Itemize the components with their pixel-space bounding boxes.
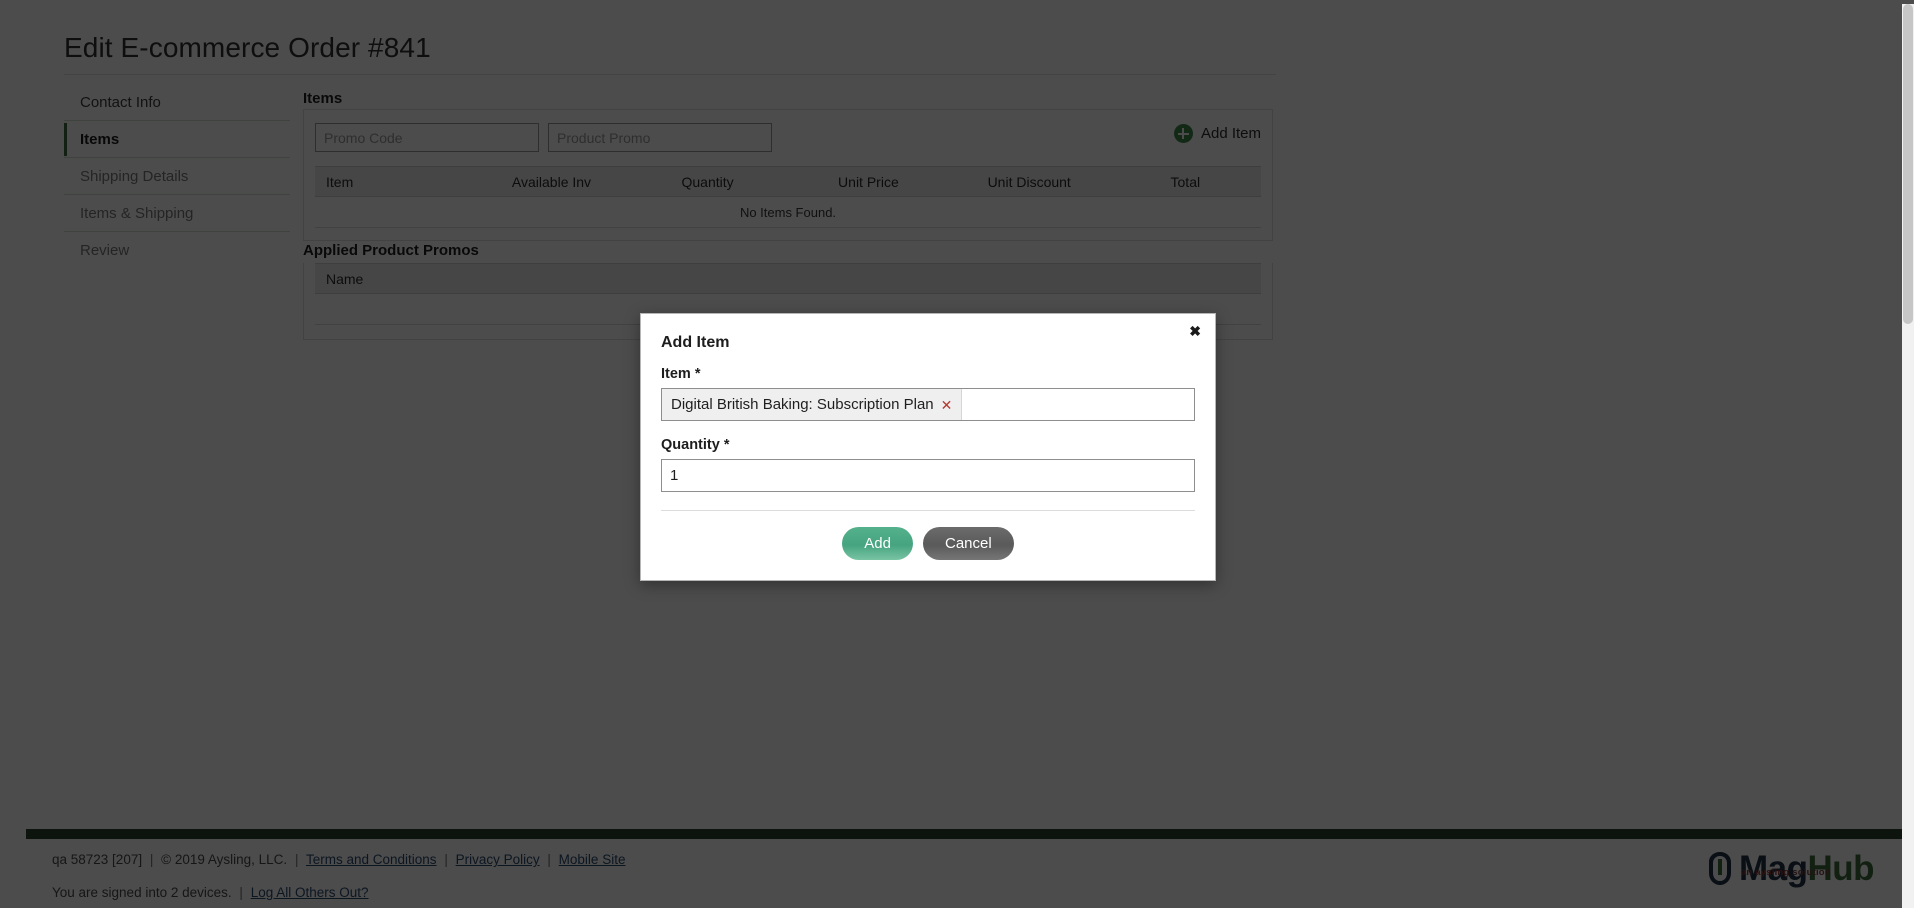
item-field-label: Item * bbox=[661, 366, 1195, 382]
item-label-text: Item bbox=[661, 366, 691, 382]
sidebar-item-contact-info[interactable]: Contact Info bbox=[64, 84, 290, 121]
title-divider bbox=[64, 74, 1276, 75]
promo-code-input[interactable] bbox=[315, 123, 539, 152]
privacy-policy-link[interactable]: Privacy Policy bbox=[456, 852, 540, 867]
quantity-label-text: Quantity bbox=[661, 437, 720, 453]
column-header-total[interactable]: Total bbox=[1110, 167, 1261, 197]
promo-row: Add Item bbox=[315, 123, 1261, 152]
items-table: Item Available Inv Quantity Unit Price U… bbox=[315, 166, 1261, 228]
footer-copyright: © 2019 Aysling, LLC. bbox=[161, 852, 287, 867]
sidebar-item-items[interactable]: Items bbox=[64, 121, 290, 158]
maghub-logo: MagHub an aysling solution bbox=[1705, 851, 1874, 887]
items-empty-message: No Items Found. bbox=[315, 197, 1261, 228]
product-promo-input[interactable] bbox=[548, 123, 772, 152]
column-header-quantity[interactable]: Quantity bbox=[627, 167, 788, 197]
quantity-field-label: Quantity * bbox=[661, 437, 1195, 453]
sidebar-item-label: Review bbox=[80, 242, 129, 259]
footer-separator: | bbox=[235, 885, 247, 900]
app-root: Edit E-commerce Order #841 Contact Info … bbox=[0, 0, 1914, 908]
promos-section-heading: Applied Product Promos bbox=[303, 242, 479, 259]
sidebar-item-items-and-shipping[interactable]: Items & Shipping bbox=[64, 195, 290, 232]
promos-table-header-row: Name bbox=[315, 264, 1261, 294]
item-select-field[interactable]: Digital British Baking: Subscription Pla… bbox=[661, 388, 1195, 421]
log-all-others-out-link[interactable]: Log All Others Out? bbox=[251, 885, 369, 900]
sidebar-item-shipping-details[interactable]: Shipping Details bbox=[64, 158, 290, 195]
signed-in-devices-text: You are signed into 2 devices. bbox=[52, 885, 232, 900]
terms-and-conditions-link[interactable]: Terms and Conditions bbox=[306, 852, 437, 867]
mobile-site-link[interactable]: Mobile Site bbox=[559, 852, 626, 867]
column-header-unit-price[interactable]: Unit Price bbox=[788, 167, 949, 197]
column-header-name[interactable]: Name bbox=[315, 264, 1261, 294]
quantity-input[interactable] bbox=[661, 459, 1195, 492]
page-footer: qa 58723 [207] | © 2019 Aysling, LLC. | … bbox=[26, 839, 1902, 908]
footer-separator: | bbox=[146, 852, 158, 867]
promos-table-head: Name bbox=[315, 264, 1261, 294]
footer-accent-bar bbox=[26, 829, 1902, 839]
footer-separator: | bbox=[440, 852, 452, 867]
close-icon[interactable]: ✖ bbox=[1189, 324, 1201, 338]
logo-tagline: an aysling solution bbox=[1741, 855, 1831, 891]
cancel-button[interactable]: Cancel bbox=[923, 527, 1014, 560]
footer-separator: | bbox=[543, 852, 555, 867]
footer-line-primary: qa 58723 [207] | © 2019 Aysling, LLC. | … bbox=[52, 852, 625, 867]
add-item-label: Add Item bbox=[1201, 125, 1261, 142]
column-header-item[interactable]: Item bbox=[315, 167, 476, 197]
add-button[interactable]: Add bbox=[842, 527, 913, 560]
tagline-suffix: solution bbox=[1789, 867, 1830, 878]
sidebar-item-label: Shipping Details bbox=[80, 168, 188, 185]
remove-token-icon[interactable]: ✕ bbox=[941, 398, 953, 412]
column-header-unit-discount[interactable]: Unit Discount bbox=[949, 167, 1110, 197]
add-item-dialog: ✖ Add Item Item * Digital British Baking… bbox=[640, 313, 1216, 581]
tagline-brand: aysling bbox=[1755, 867, 1789, 878]
sidebar-item-label: Items bbox=[80, 131, 119, 148]
vertical-scrollbar[interactable] bbox=[1902, 4, 1914, 908]
items-table-empty-row: No Items Found. bbox=[315, 197, 1261, 228]
items-table-body: No Items Found. bbox=[315, 197, 1261, 228]
plus-circle-icon bbox=[1174, 124, 1193, 143]
add-item-button[interactable]: Add Item bbox=[1174, 124, 1261, 143]
sidebar-item-label: Contact Info bbox=[80, 94, 161, 111]
dialog-body: Item * Digital British Baking: Subscript… bbox=[641, 352, 1215, 580]
page-title: Edit E-commerce Order #841 bbox=[64, 32, 431, 64]
maghub-wordmark: MagHub an aysling solution bbox=[1739, 851, 1874, 887]
selected-item-label: Digital British Baking: Subscription Pla… bbox=[671, 396, 934, 413]
selected-item-token: Digital British Baking: Subscription Pla… bbox=[662, 389, 962, 420]
items-table-head: Item Available Inv Quantity Unit Price U… bbox=[315, 167, 1261, 197]
items-card: Add Item Item Available Inv Quantity Uni… bbox=[303, 109, 1273, 241]
footer-separator: | bbox=[291, 852, 303, 867]
tagline-prefix: an bbox=[1741, 867, 1755, 878]
scrollbar-thumb[interactable] bbox=[1903, 4, 1913, 324]
footer-build-id: qa 58723 [207] bbox=[52, 852, 142, 867]
sidebar-item-review[interactable]: Review bbox=[64, 232, 290, 269]
item-required-marker: * bbox=[695, 366, 701, 382]
dialog-title: Add Item bbox=[641, 314, 1215, 352]
sidebar-item-label: Items & Shipping bbox=[80, 205, 193, 222]
footer-line-secondary: You are signed into 2 devices. | Log All… bbox=[52, 885, 369, 900]
column-header-available-inv[interactable]: Available Inv bbox=[476, 167, 627, 197]
items-table-header-row: Item Available Inv Quantity Unit Price U… bbox=[315, 167, 1261, 197]
maghub-mark-icon bbox=[1705, 851, 1735, 887]
quantity-required-marker: * bbox=[724, 437, 730, 453]
dialog-actions: Add Cancel bbox=[661, 510, 1195, 580]
items-section-heading: Items bbox=[303, 90, 342, 107]
step-sidebar: Contact Info Items Shipping Details Item… bbox=[64, 84, 290, 269]
